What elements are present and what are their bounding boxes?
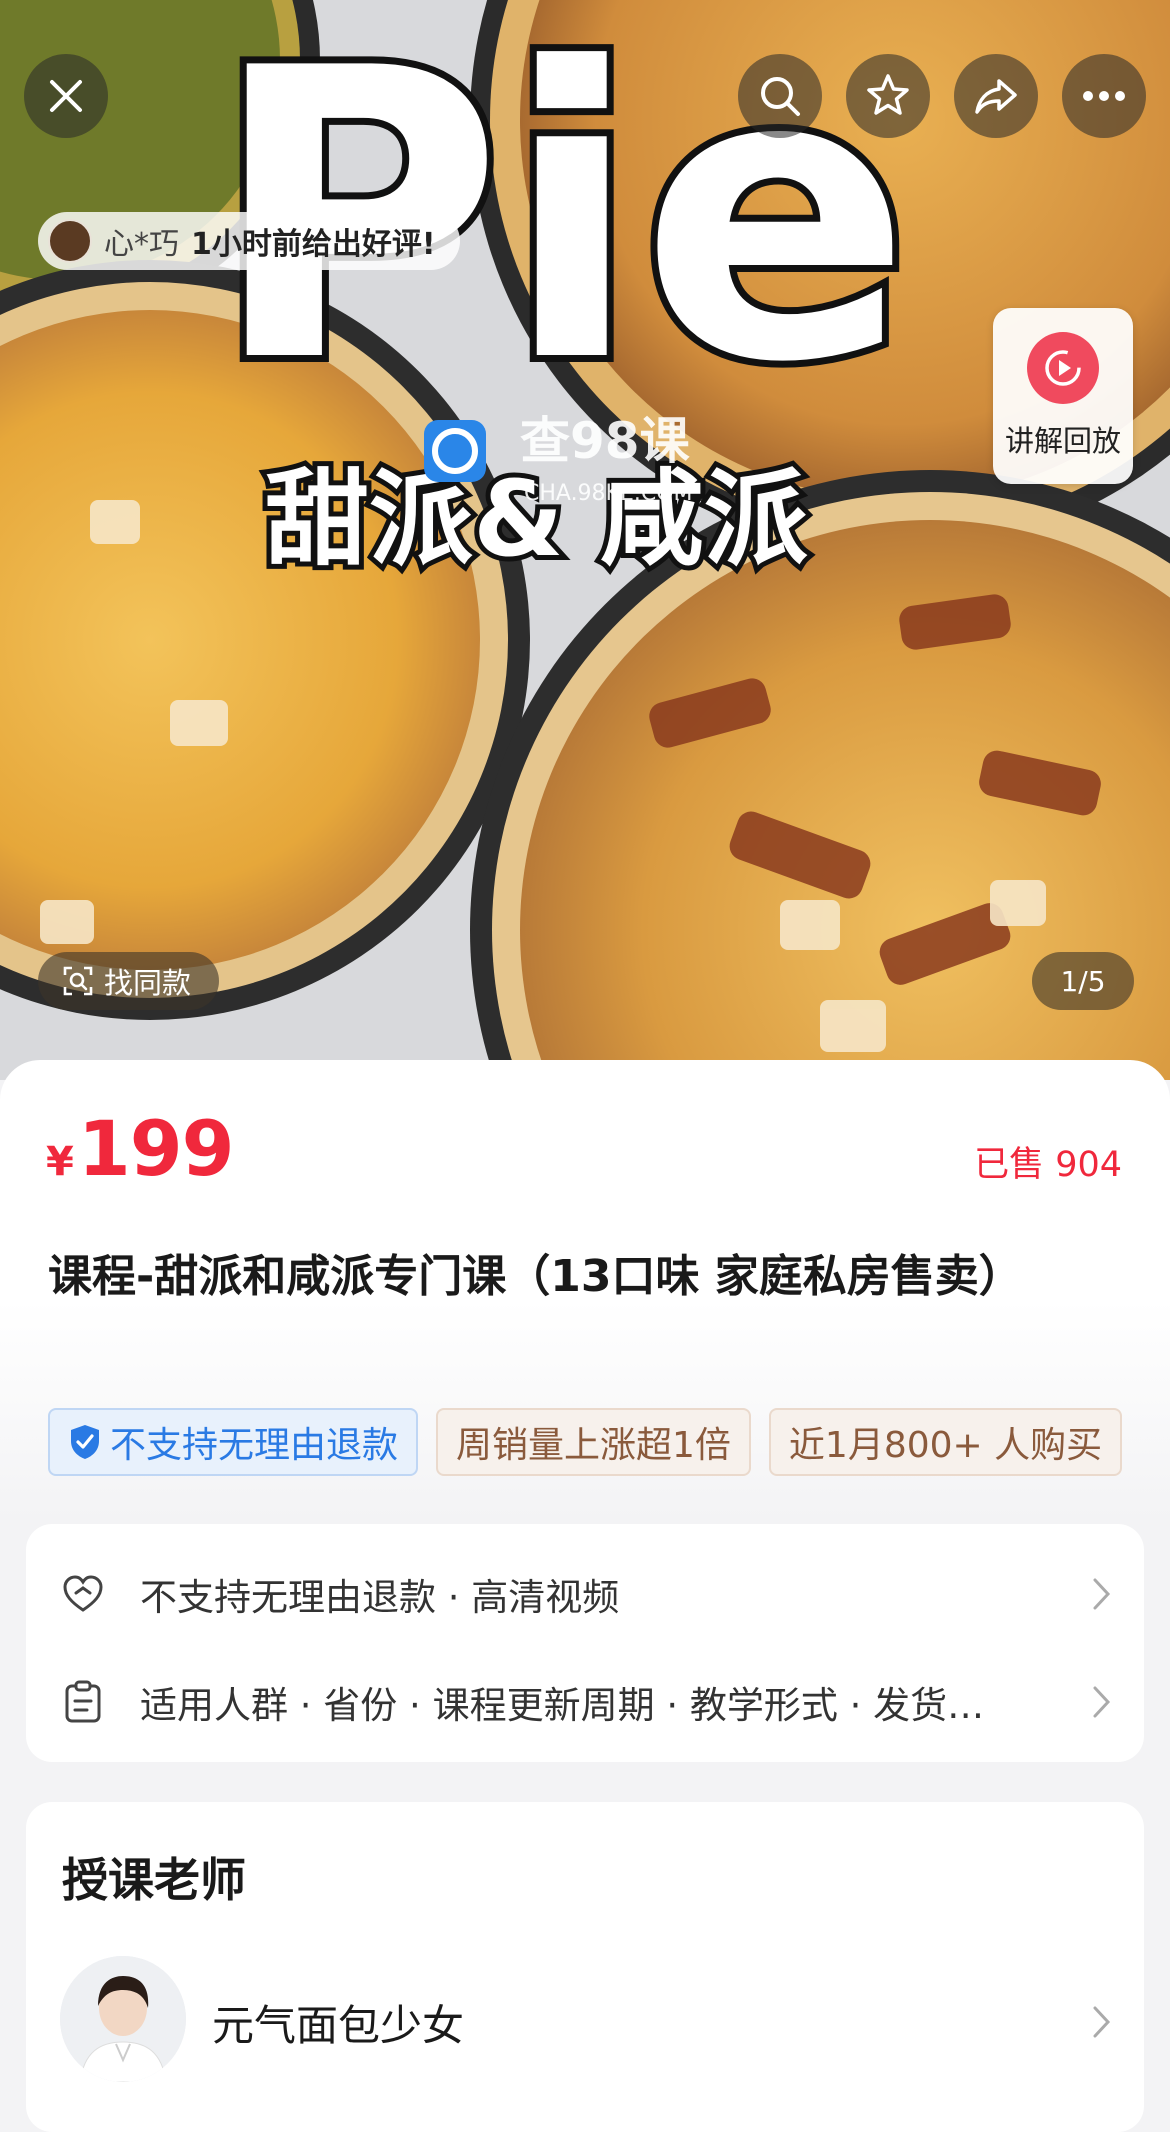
find-same-button[interactable]: 找同款	[38, 952, 220, 1010]
svg-text:查98课: 查98课	[520, 412, 691, 470]
params-icon	[60, 1679, 106, 1725]
find-same-label: 找同款	[104, 966, 192, 1000]
tag-label: 近1月800+ 人购买	[788, 1425, 1103, 1466]
course-params-text: 适用人群 · 省份 · 课程更新周期 · 教学形式 · 发货…	[140, 1684, 985, 1727]
replay-label: 讲解回放	[1004, 424, 1121, 458]
tag-weekly-sales[interactable]: 周销量上涨超1倍	[436, 1408, 751, 1476]
replay-icon-circle	[1027, 332, 1099, 404]
tag-no-return[interactable]: 不支持无理由退款	[48, 1408, 419, 1476]
reviewer-name: 心*巧	[104, 227, 179, 262]
chevron-right-icon	[1093, 1686, 1111, 1718]
service-guarantee-text: 不支持无理由退款 · 高清视频	[140, 1576, 620, 1619]
explain-replay-button[interactable]: 讲解回放	[993, 308, 1133, 484]
chevron-right-icon	[1093, 1578, 1111, 1610]
teacher-avatar-image	[60, 1956, 186, 2082]
favorite-button[interactable]	[846, 54, 930, 138]
close-icon	[50, 80, 82, 112]
share-button[interactable]	[954, 54, 1038, 138]
share-icon	[975, 79, 1017, 114]
teacher-section-heading: 授课老师	[62, 1853, 246, 1907]
currency-symbol: ¥	[46, 1139, 74, 1185]
teacher-avatar[interactable]	[60, 1956, 186, 2082]
course-params-row[interactable]: 适用人群 · 省份 · 课程更新周期 · 教学形式 · 发货…	[60, 1662, 1120, 1742]
guarantee-icon	[60, 1571, 106, 1617]
chevron-right-icon[interactable]	[1090, 2002, 1114, 2042]
service-info-card: 不支持无理由退款 · 高清视频 适用人群 · 省份 · 课程更新周期 · 教学形…	[26, 1524, 1144, 1762]
search-icon	[761, 77, 800, 116]
clipboard-icon	[65, 1680, 101, 1723]
service-guarantee-row[interactable]: 不支持无理由退款 · 高清视频	[60, 1554, 1120, 1634]
product-image-carousel[interactable]: Pie 甜派& 咸派 查98课 CHA.98KE.COM 心*巧 1小时前给出好…	[0, 0, 1170, 1080]
more-button[interactable]	[1062, 54, 1146, 138]
star-icon	[867, 74, 909, 115]
heart-shield-icon	[63, 1575, 103, 1612]
product-title: 课程-甜派和咸派专门课（13口味 家庭私房售卖）	[48, 1251, 1023, 1302]
review-message: 1小时前给出好评!	[191, 227, 436, 262]
price: ¥ 199	[46, 1104, 234, 1193]
cover-image: Pie 甜派& 咸派 查98课 CHA.98KE.COM	[0, 0, 1170, 1080]
teacher-name[interactable]: 元气面包少女	[212, 1992, 464, 2053]
more-dots-icon	[1083, 91, 1125, 101]
shield-check-icon	[71, 1425, 99, 1459]
product-tags: 不支持无理由退款 周销量上涨超1倍 近1月800+ 人购买	[48, 1408, 1122, 1476]
close-button[interactable]	[24, 54, 108, 138]
svg-text:CHA.98KE.COM: CHA.98KE.COM	[524, 481, 693, 506]
tag-label: 周销量上涨超1倍	[456, 1425, 731, 1466]
reviewer-avatar	[48, 219, 92, 263]
teacher-card: 授课老师 元气面包少女	[26, 1802, 1144, 2132]
image-search-icon	[63, 966, 93, 996]
sold-count: 已售 904	[974, 1145, 1122, 1185]
image-page-indicator: 1/5	[1032, 952, 1134, 1010]
replay-play-icon	[1045, 350, 1081, 386]
search-button[interactable]	[738, 54, 822, 138]
price-value: 199	[77, 1104, 235, 1193]
tag-monthly-buyers[interactable]: 近1月800+ 人购买	[768, 1408, 1122, 1476]
tag-label: 不支持无理由退款	[110, 1425, 399, 1466]
review-toast: 心*巧 1小时前给出好评!	[38, 212, 460, 270]
cover-subtitle-text: 甜派& 咸派	[265, 458, 808, 580]
